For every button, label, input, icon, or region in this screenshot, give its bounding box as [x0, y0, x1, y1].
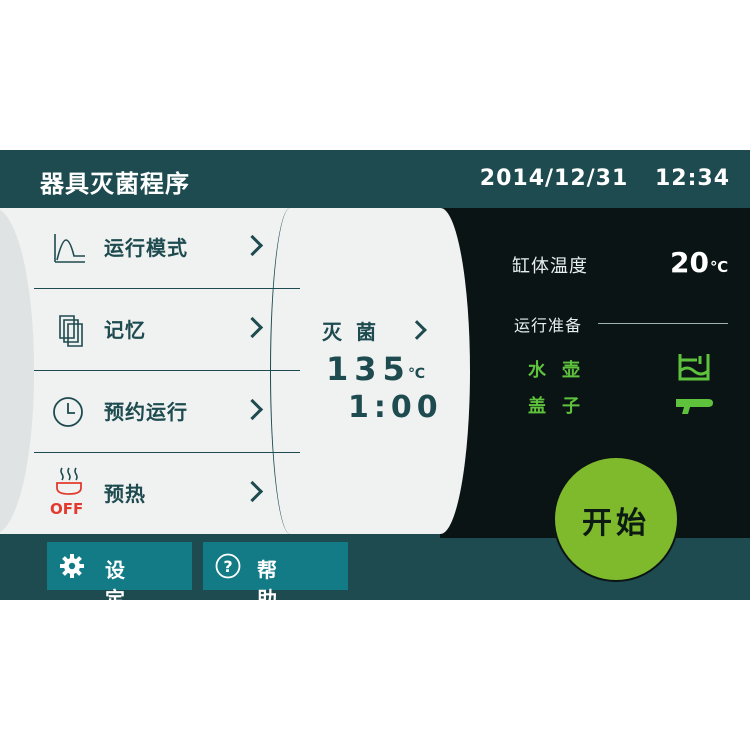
chevron-right-icon — [241, 316, 264, 339]
chevron-right-icon — [241, 234, 264, 257]
divider — [598, 323, 728, 324]
menu-item-memory[interactable]: 记忆 — [34, 290, 300, 371]
program-temperature: 135 — [326, 350, 411, 388]
menu-item-run-mode[interactable]: 运行模式 — [34, 208, 300, 289]
clock-icon — [53, 397, 83, 427]
tank-temperature-label: 缸体温度 — [512, 256, 588, 277]
date-text: 2014/12/31 — [479, 166, 629, 191]
waveform-icon — [54, 234, 85, 263]
menu-item-preheat[interactable]: OFF 预热 — [34, 454, 300, 534]
control-screen: 器具灭菌程序 2014/12/31 12:34 运行模式 记忆 预约运行 OFF… — [0, 150, 750, 600]
steam-pot-icon — [56, 467, 82, 495]
program-temperature-unit: ℃ — [408, 366, 425, 382]
start-button[interactable]: 开始 — [555, 458, 677, 580]
gear-icon — [60, 554, 84, 578]
documents-icon — [59, 315, 83, 347]
tank-temperature-unit: ℃ — [710, 258, 729, 276]
help-button[interactable]: ? 帮助 — [203, 542, 348, 600]
menu-item-label: 运行模式 — [104, 236, 188, 260]
menu-item-label: 预约运行 — [104, 400, 188, 424]
chevron-right-icon — [241, 398, 264, 421]
program-duration: 1:00 — [348, 390, 443, 425]
settings-button[interactable]: 设定 — [47, 542, 192, 600]
datetime-display: 2014/12/31 12:34 — [480, 166, 730, 191]
title-bar: 器具灭菌程序 2014/12/31 12:34 — [0, 150, 750, 208]
menu-list: 运行模式 记忆 预约运行 OFF 预热 — [34, 208, 300, 534]
ready-item-lid: 盖子 — [528, 396, 596, 417]
ready-label: 运行准备 — [514, 316, 583, 335]
svg-text:?: ? — [223, 557, 232, 576]
lid-icon — [676, 399, 713, 414]
menu-item-label: 预热 — [104, 482, 146, 506]
start-button-label: 开始 — [582, 506, 650, 541]
menu-item-scheduled-run[interactable]: 预约运行 — [34, 372, 300, 453]
help-button-label: 帮助 — [257, 558, 303, 600]
kettle-icon — [678, 354, 710, 381]
page-title: 器具灭菌程序 — [40, 170, 190, 198]
ready-item-kettle: 水壶 — [528, 360, 596, 381]
settings-button-label: 设定 — [105, 558, 151, 600]
question-circle-icon: ? — [215, 553, 241, 579]
tank-temperature-value: 20 — [670, 246, 709, 279]
chevron-right-icon — [241, 480, 264, 503]
menu-item-label: 记忆 — [104, 318, 146, 342]
preheat-off-badge: OFF — [50, 500, 84, 518]
program-name[interactable]: 灭菌 — [322, 316, 390, 345]
time-text: 12:34 — [654, 166, 730, 191]
